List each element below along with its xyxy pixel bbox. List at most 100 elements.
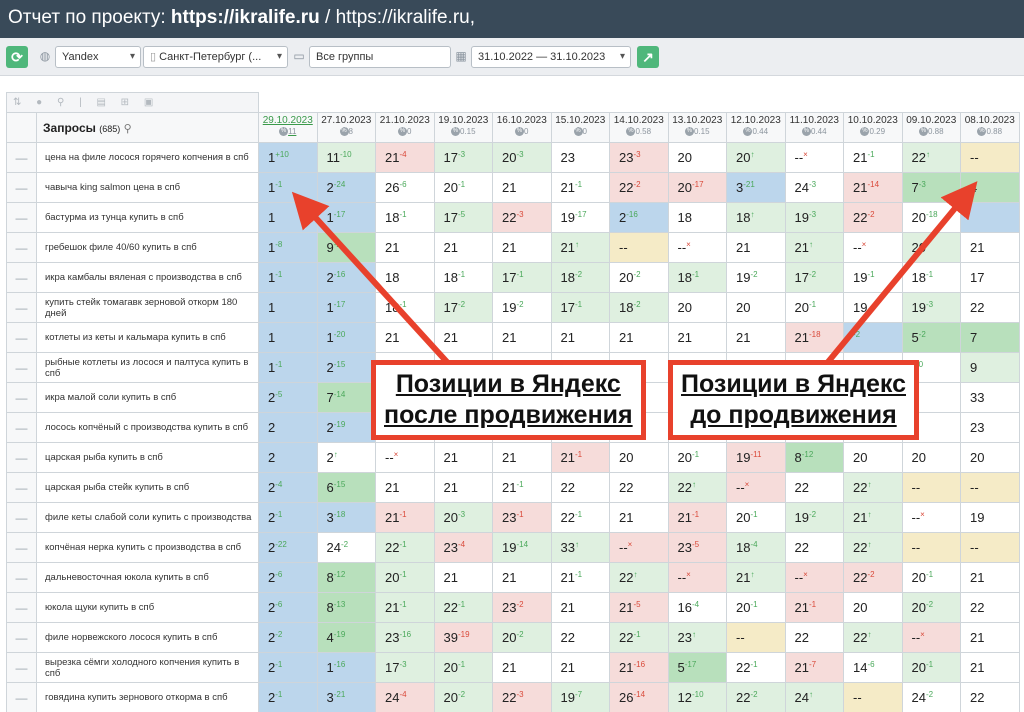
position-cell[interactable]: 20-1 [901,562,961,593]
position-cell[interactable]: 17-5 [433,202,493,233]
position-cell[interactable]: 1-20 [316,322,376,353]
title-link[interactable]: https://ikralife.ru [171,7,320,28]
position-cell[interactable]: 20 [609,442,669,473]
position-cell[interactable]: 2 [258,412,318,443]
position-cell[interactable]: 21-1 [550,562,610,593]
position-cell[interactable]: 22-2 [843,562,903,593]
position-cell[interactable]: 23-3 [609,142,669,173]
row-toggle[interactable]: — [6,652,37,683]
position-cell[interactable]: 1-1 [258,172,318,203]
position-cell[interactable]: 19-7 [550,682,610,712]
position-cell[interactable]: 20-1 [726,592,786,623]
position-cell[interactable]: 22-1 [550,502,610,533]
position-cell[interactable]: 23 [960,412,1020,443]
position-cell[interactable]: 20-1 [375,562,435,593]
position-cell[interactable]: 1-8 [258,232,318,263]
position-cell[interactable]: 8-13 [316,592,376,623]
refresh-button[interactable]: ⟳ [6,46,28,68]
position-cell[interactable]: 20 [843,592,903,623]
position-cell[interactable]: 7 [960,322,1020,353]
position-cell[interactable]: 24-2 [316,532,376,563]
position-cell[interactable]: 20-17 [667,172,727,203]
position-cell[interactable]: 2-15 [316,352,376,383]
position-cell[interactable]: 22↑ [667,472,727,503]
position-cell[interactable]: --× [901,622,961,653]
position-cell[interactable]: 21 [960,562,1020,593]
position-cell[interactable]: -- [960,142,1020,173]
position-cell[interactable]: 17-3 [375,652,435,683]
position-cell[interactable]: 21 [550,592,610,623]
position-cell[interactable]: 22 [960,682,1020,712]
position-cell[interactable]: 24-3 [784,172,844,203]
position-cell[interactable]: 22-3 [492,682,552,712]
search-engine-select[interactable]: Yandex ▾ [55,46,141,68]
position-cell[interactable]: 21 [433,322,493,353]
position-cell[interactable]: 2-16 [609,202,669,233]
position-cell[interactable]: 22↑ [843,622,903,653]
position-cell[interactable]: 21 [726,232,786,263]
position-cell[interactable]: 22↑ [843,532,903,563]
row-toggle[interactable]: — [6,382,37,413]
position-cell[interactable]: 20 [667,292,727,323]
date-column-header[interactable]: 12.10.2023% 0.44 [726,112,786,143]
position-cell[interactable]: 3-18 [316,502,376,533]
position-cell[interactable]: 23-16 [375,622,435,653]
position-cell[interactable]: 16-4 [667,592,727,623]
position-cell[interactable]: 17-1 [550,292,610,323]
position-cell[interactable]: 21-7 [784,652,844,683]
position-cell[interactable]: 39-19 [433,622,493,653]
position-cell[interactable]: 21-1 [784,592,844,623]
date-column-header[interactable]: 16.10.2023% 0 [492,112,552,143]
position-cell[interactable]: 2-6 [258,562,318,593]
position-cell[interactable]: 19-3 [901,292,961,323]
row-toggle[interactable]: — [6,562,37,593]
row-toggle[interactable]: — [6,172,37,203]
position-cell[interactable]: 21 [960,652,1020,683]
position-cell[interactable]: 1+10 [258,142,318,173]
position-cell[interactable]: 2-1 [258,652,318,683]
position-cell[interactable]: 19-2 [726,262,786,293]
row-toggle[interactable]: — [6,502,37,533]
position-cell[interactable]: 22 [960,292,1020,323]
position-cell[interactable]: 7-14 [316,382,376,413]
position-cell[interactable]: 20-1 [726,502,786,533]
position-cell[interactable]: 1 [258,322,318,353]
position-cell[interactable]: 2-4 [258,472,318,503]
position-cell[interactable]: -- [726,622,786,653]
position-cell[interactable]: 21-1 [492,472,552,503]
position-cell[interactable]: 21 [492,232,552,263]
position-cell[interactable]: 20-2 [901,592,961,623]
position-cell[interactable]: 21-1 [843,142,903,173]
position-cell[interactable]: 2-1 [258,682,318,712]
position-cell[interactable]: --× [784,562,844,593]
position-cell[interactable]: 20-1 [667,442,727,473]
date-column-header[interactable]: 08.10.2023% 0.88 [960,112,1020,143]
position-cell[interactable]: 5-2 [901,322,961,353]
position-cell[interactable]: 22-1 [375,532,435,563]
position-cell[interactable]: --× [667,562,727,593]
position-cell[interactable]: 21-1 [375,592,435,623]
position-cell[interactable]: 26-6 [375,172,435,203]
position-cell[interactable]: 22-1 [609,622,669,653]
position-cell[interactable]: 18-1 [667,262,727,293]
position-cell[interactable]: 18↑ [726,202,786,233]
position-cell[interactable]: 18 [667,202,727,233]
position-cell[interactable]: 20-3 [433,502,493,533]
position-cell[interactable]: 17-2 [784,262,844,293]
position-cell[interactable]: 21 [609,502,669,533]
position-cell[interactable]: 18-2 [609,292,669,323]
position-cell[interactable]: 1-16 [316,652,376,683]
position-cell[interactable]: 21 [433,232,493,263]
position-cell[interactable]: 21↑ [550,232,610,263]
position-cell[interactable]: 21 [492,652,552,683]
position-cell[interactable]: 20-2 [492,622,552,653]
position-cell[interactable]: 20-1 [784,292,844,323]
position-cell[interactable]: 19-3 [784,202,844,233]
row-toggle[interactable]: — [6,232,37,263]
position-cell[interactable]: 1-17 [316,292,376,323]
position-cell[interactable]: 20-2 [433,682,493,712]
position-cell[interactable]: -- [901,472,961,503]
position-cell[interactable]: 2-22 [258,532,318,563]
position-cell[interactable]: 20-1 [901,652,961,683]
position-cell[interactable]: 22-2 [843,202,903,233]
